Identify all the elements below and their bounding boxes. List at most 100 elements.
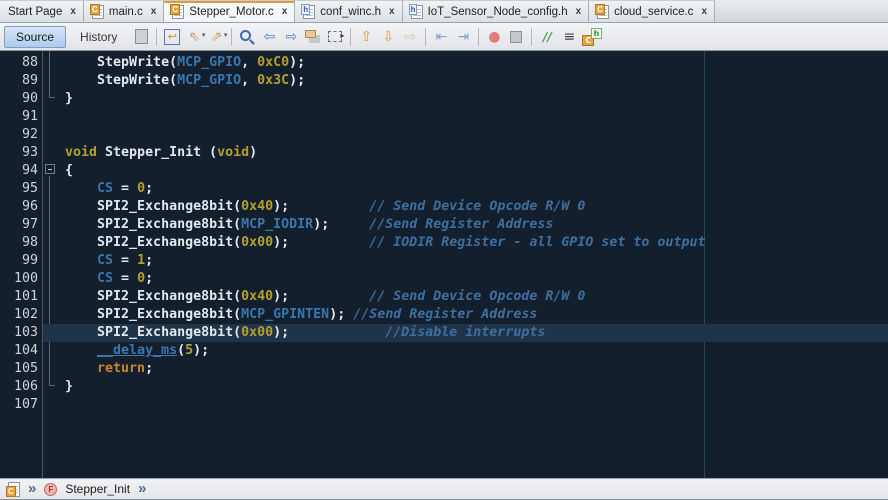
chevron-right-icon[interactable]: » — [138, 479, 146, 499]
toolbar-icon-group: ↩⇖⇗⇦⇨⇧⇩⇨⇤⇥●//≡ — [131, 27, 603, 47]
shift-left-icon[interactable]: ⇤ — [431, 27, 451, 47]
line-number[interactable]: 91 — [0, 108, 38, 126]
tab-stepper-motor-c[interactable]: Stepper_Motor.c x — [164, 0, 295, 22]
line-number[interactable]: 96 — [0, 198, 38, 216]
c-file-icon — [597, 5, 609, 19]
c-file-icon — [172, 5, 184, 19]
line-number[interactable]: 88 — [0, 54, 38, 72]
code-line-90[interactable]: 90} — [0, 90, 888, 108]
code-area[interactable]: 88 StepWrite(MCP_GPIO, 0xC0);89 StepWrit… — [0, 54, 888, 414]
last-edited-doc-icon[interactable] — [131, 27, 151, 47]
tab-label: cloud_service.c — [614, 6, 693, 18]
line-number[interactable]: 105 — [0, 360, 38, 378]
history-view-button[interactable]: History — [68, 26, 129, 48]
toolbar-separator — [531, 28, 532, 46]
toolbar-separator — [425, 28, 426, 46]
line-number[interactable]: 103 — [0, 324, 38, 342]
prev-bookmark-icon[interactable]: ⇧ — [356, 27, 376, 47]
source-view-button[interactable]: Source — [4, 26, 66, 48]
stop-macro-icon[interactable] — [506, 27, 526, 47]
line-number[interactable]: 97 — [0, 216, 38, 234]
close-icon[interactable]: x — [389, 6, 395, 17]
find-selection-icon[interactable] — [237, 27, 257, 47]
code-line-104[interactable]: 104 __delay_ms(5); — [0, 342, 888, 360]
code-line-92[interactable]: 92 — [0, 126, 888, 144]
toolbar-separator — [231, 28, 232, 46]
code-line-93[interactable]: 93void Stepper_Init (void) — [0, 144, 888, 162]
code-line-103[interactable]: 103 SPI2_Exchange8bit(0x00); //Disable i… — [0, 324, 888, 342]
line-number[interactable]: 99 — [0, 252, 38, 270]
code-text: __delay_ms(5); — [65, 342, 209, 360]
code-editor[interactable]: 88 StepWrite(MCP_GPIO, 0xC0);89 StepWrit… — [0, 51, 888, 478]
comment-icon[interactable]: // — [537, 27, 557, 47]
code-line-97[interactable]: 97 SPI2_Exchange8bit(MCP_IODIR); //Send … — [0, 216, 888, 234]
code-text: } — [65, 378, 73, 396]
code-line-105[interactable]: 105 return; — [0, 360, 888, 378]
tab-conf-winc-h[interactable]: conf_winc.hx — [295, 0, 402, 22]
code-line-94[interactable]: 94{ — [0, 162, 888, 180]
next-bookmark-icon[interactable]: ⇩ — [378, 27, 398, 47]
line-number[interactable]: 95 — [0, 180, 38, 198]
line-number[interactable]: 102 — [0, 306, 38, 324]
breadcrumb-function-label[interactable]: Stepper_Init — [65, 482, 130, 496]
c-file-icon[interactable] — [8, 482, 20, 497]
line-number[interactable]: 92 — [0, 126, 38, 144]
code-line-106[interactable]: 106} — [0, 378, 888, 396]
code-line-102[interactable]: 102 SPI2_Exchange8bit(MCP_GPINTEN); //Se… — [0, 306, 888, 324]
tab-label: Stepper_Motor.c — [189, 6, 273, 18]
toggle-bookmark-icon[interactable]: ⇨ — [400, 27, 420, 47]
forward-icon[interactable]: ⇗ — [206, 27, 226, 47]
tab-main-c[interactable]: main.c x — [84, 0, 164, 22]
code-line-95[interactable]: 95 CS = 0; — [0, 180, 888, 198]
line-number[interactable]: 94 — [0, 162, 38, 180]
code-line-100[interactable]: 100 CS = 0; — [0, 270, 888, 288]
code-line-88[interactable]: 88 StepWrite(MCP_GPIO, 0xC0); — [0, 54, 888, 72]
close-icon[interactable]: x — [70, 6, 76, 17]
record-macro-icon[interactable]: ● — [484, 27, 504, 47]
uncomment-icon[interactable]: ≡ — [559, 27, 579, 47]
tab-label: IoT_Sensor_Node_config.h — [428, 6, 568, 18]
shift-right-icon[interactable]: ⇥ — [453, 27, 473, 47]
line-number[interactable]: 90 — [0, 90, 38, 108]
chevron-right-icon[interactable]: » — [28, 479, 36, 499]
close-icon[interactable]: x — [151, 6, 157, 17]
line-number[interactable]: 104 — [0, 342, 38, 360]
tab-iot-sensor-node-config-h[interactable]: IoT_Sensor_Node_config.h x — [403, 0, 590, 22]
code-line-99[interactable]: 99 CS = 1; — [0, 252, 888, 270]
code-text: SPI2_Exchange8bit(MCP_IODIR); //Send Reg… — [65, 216, 553, 234]
code-text: CS = 0; — [65, 180, 153, 198]
code-text: SPI2_Exchange8bit(0x00); //Disable inter… — [65, 324, 545, 342]
jump-last-edit-icon[interactable]: ↩ — [164, 29, 180, 45]
line-number[interactable]: 100 — [0, 270, 38, 288]
find-previous-icon[interactable]: ⇦ — [259, 27, 279, 47]
toggle-header-source-icon[interactable] — [581, 27, 603, 47]
h-file-icon — [411, 5, 423, 19]
ide-window: Start Pagexmain.cxStepper_Motor.cxconf_w… — [0, 0, 888, 500]
line-number[interactable]: 89 — [0, 72, 38, 90]
code-line-96[interactable]: 96 SPI2_Exchange8bit(0x40); // Send Devi… — [0, 198, 888, 216]
code-line-89[interactable]: 89 StepWrite(MCP_GPIO, 0x3C); — [0, 72, 888, 90]
tab-cloud-service-c[interactable]: cloud_service.c x — [589, 0, 715, 22]
toolbar-separator — [478, 28, 479, 46]
line-number[interactable]: 106 — [0, 378, 38, 396]
close-icon[interactable]: x — [576, 6, 582, 17]
line-number[interactable]: 93 — [0, 144, 38, 162]
code-line-107[interactable]: 107 — [0, 396, 888, 414]
code-line-98[interactable]: 98 SPI2_Exchange8bit(0x00); // IODIR Reg… — [0, 234, 888, 252]
line-number[interactable]: 98 — [0, 234, 38, 252]
code-line-101[interactable]: 101 SPI2_Exchange8bit(0x40); // Send Dev… — [0, 288, 888, 306]
toolbar-separator — [156, 28, 157, 46]
code-text: SPI2_Exchange8bit(0x00); // IODIR Regist… — [65, 234, 705, 252]
line-number[interactable]: 101 — [0, 288, 38, 306]
tab-label: main.c — [109, 6, 143, 18]
rect-selection-icon[interactable] — [325, 27, 345, 47]
back-icon[interactable]: ⇖ — [184, 27, 204, 47]
tab-start-page[interactable]: Start Pagex — [0, 0, 84, 22]
find-next-icon[interactable]: ⇨ — [281, 27, 301, 47]
line-number[interactable]: 107 — [0, 396, 38, 414]
close-icon[interactable]: x — [701, 6, 707, 17]
c-file-icon — [92, 5, 104, 19]
code-line-91[interactable]: 91 — [0, 108, 888, 126]
close-icon[interactable]: x — [282, 6, 288, 17]
toggle-highlight-icon[interactable] — [303, 27, 323, 47]
